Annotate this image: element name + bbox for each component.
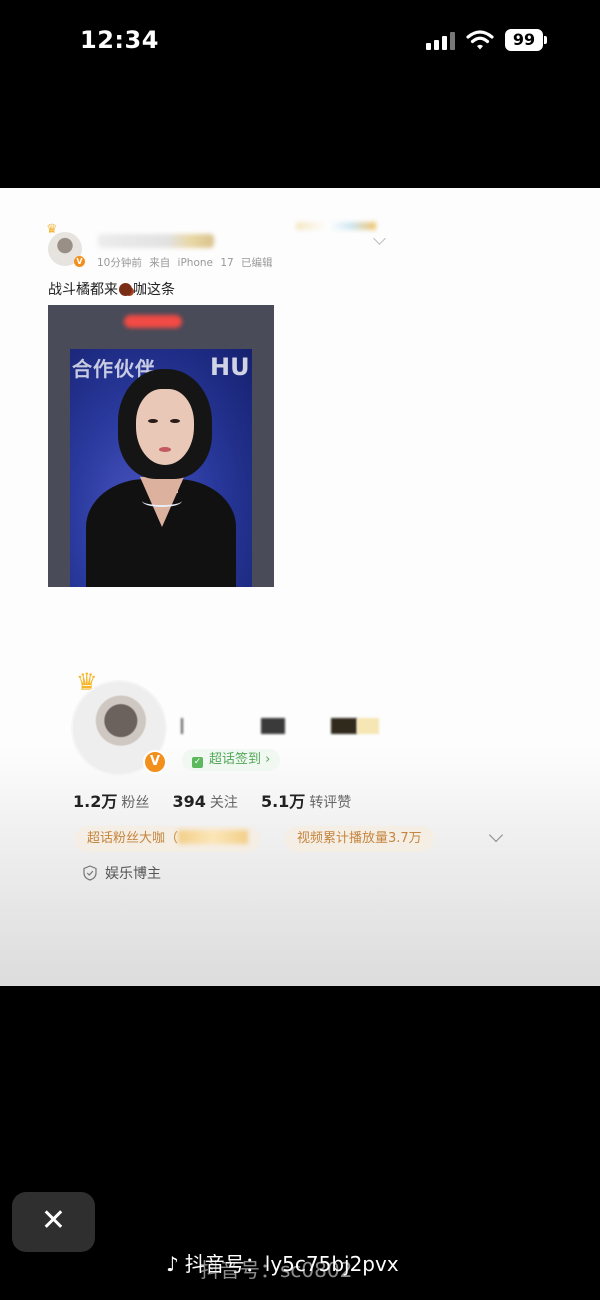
following-label[interactable]: 关注 <box>210 795 238 811</box>
chevron-down-icon[interactable] <box>373 232 386 245</box>
checkin-label: 超话签到 › <box>209 752 271 767</box>
lips <box>159 447 171 452</box>
necklace-shape <box>142 495 182 507</box>
battery-tip <box>544 36 547 44</box>
supertopic-checkin-button[interactable]: ✓ 超话签到 › <box>182 749 281 771</box>
backdrop-text-2: HU <box>210 353 250 381</box>
post-image[interactable]: 合作伙伴 HU <box>48 305 274 587</box>
profile-stats: 1.2万 粉丝 394 关注 5.1万 转评赞 <box>73 788 369 812</box>
blurred-tag-text <box>178 830 249 844</box>
blurred-username <box>98 234 214 248</box>
watermark-id: ly5c75bj2pvx <box>264 1252 399 1276</box>
coffee-bean-icon <box>119 283 132 296</box>
verify-label: 娱乐博主 <box>105 866 161 882</box>
battery-icon: 99 <box>505 29 543 51</box>
portrait-photo: 合作伙伴 HU <box>70 349 252 587</box>
blurred-decoration <box>296 222 376 230</box>
shared-screenshot: ♛ V 10分钟前 来自 iPhone 17 已编辑 战斗橘都来 咖这条 合作伙伴… <box>0 188 600 986</box>
close-button[interactable]: ✕ <box>12 1192 95 1252</box>
blurred-redmark <box>124 315 182 328</box>
post-text-after: 咖这条 <box>133 282 175 298</box>
likes-label: 转评赞 <box>309 795 352 811</box>
watermark-brand: 抖音号 <box>184 1252 245 1276</box>
status-bar: 12:34 99 <box>0 0 600 80</box>
shield-icon <box>83 865 97 881</box>
eye-right <box>170 419 180 423</box>
post-meta: 10分钟前 来自 iPhone 17 已编辑 <box>97 257 273 269</box>
likes-count: 5.1万 <box>260 792 306 811</box>
watermark-separator: ： <box>244 1252 265 1276</box>
verified-badge-icon: V <box>143 750 167 774</box>
tag2-label: 视频累计播放量3.7万 <box>297 831 422 846</box>
douyin-watermark: ♪ 抖音号：ly5c75bj2pvx <box>166 1248 399 1277</box>
blurred-profile-name <box>181 718 381 734</box>
video-plays-tag[interactable]: 视频累计播放量3.7万 <box>285 826 434 852</box>
face-shape <box>136 389 194 465</box>
status-time: 12:34 <box>80 26 159 54</box>
verified-badge-icon: V <box>74 256 85 267</box>
followers-count[interactable]: 1.2万 <box>73 792 117 811</box>
eye-left <box>148 419 158 423</box>
followers-label[interactable]: 粉丝 <box>121 795 149 811</box>
signal-icon <box>426 32 458 50</box>
following-count[interactable]: 394 <box>172 792 205 811</box>
supertopic-fan-tag[interactable]: 超话粉丝大咖（ <box>75 826 261 852</box>
post-text-before: 战斗橘都来 <box>48 282 118 298</box>
checkin-icon: ✓ <box>192 757 203 768</box>
douyin-logo-icon: ♪ <box>166 1252 179 1276</box>
wifi-icon <box>466 30 494 50</box>
post-text: 战斗橘都来 咖这条 <box>48 279 175 299</box>
verification-info: 娱乐博主 <box>83 863 161 883</box>
chevron-down-icon[interactable] <box>488 827 504 843</box>
tag1-label: 超话粉丝大咖（ <box>87 831 179 846</box>
